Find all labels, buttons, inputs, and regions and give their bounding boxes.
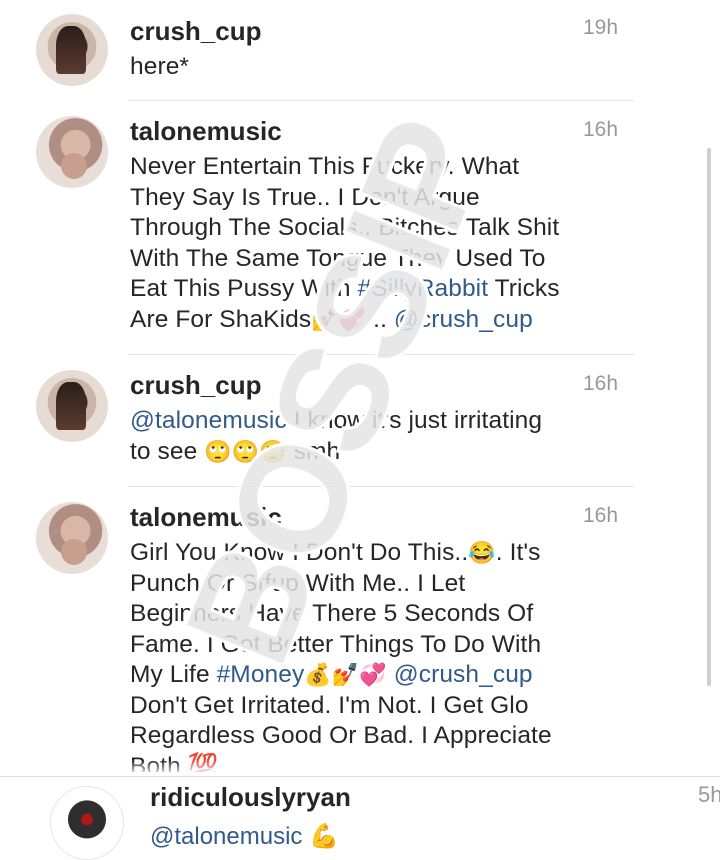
comment-timestamp: 16h	[583, 118, 619, 141]
text-line: Punch Or Stfup With Me.. I Let	[130, 569, 466, 597]
text-line: Don't Get Irritated. I'm Not. I Get Glo	[130, 691, 529, 719]
comment-text: @talonemusic I know it's just irritating…	[130, 406, 630, 467]
hashtag-link[interactable]: #SillyRabbit	[358, 275, 489, 302]
comment-username[interactable]: ridiculouslyryan	[150, 782, 351, 813]
divider	[0, 776, 720, 777]
mention-link[interactable]: @crush_cup	[394, 306, 533, 333]
comment-username[interactable]: talonemusic	[130, 502, 282, 533]
mention-link[interactable]: @crush_cup	[394, 661, 533, 688]
emoji: 💰💅💞	[304, 662, 387, 687]
comment-username[interactable]: talonemusic	[130, 116, 282, 147]
mention-link[interactable]: @talonemusic	[130, 407, 287, 434]
text-fragment	[387, 661, 394, 688]
text-fragment: Girl You Know I Don't Do This..	[130, 539, 469, 566]
text-line: Girl You Know I Don't Do This..😂. It's	[130, 538, 630, 569]
comment-timestamp: 19h	[583, 16, 619, 39]
comment-timestamp: 16h	[583, 504, 619, 527]
text-fragment: My Life	[130, 661, 217, 688]
emoji: 💅💞	[311, 306, 367, 332]
scroll-fade	[0, 760, 720, 776]
hashtag-link[interactable]: #Money	[217, 661, 305, 688]
text-line: Never Entertain This Fuckery. What	[130, 153, 520, 180]
comment-username[interactable]: crush_cup	[130, 16, 262, 47]
avatar[interactable]	[36, 14, 108, 86]
avatar[interactable]	[36, 370, 108, 442]
text-fragment: . It's	[495, 539, 541, 566]
text-line: to see 🙄🙄🙄 smh	[130, 437, 630, 468]
text-line: Beginners Have There 5 Seconds Of	[130, 600, 534, 627]
avatar[interactable]	[36, 116, 108, 188]
text-fragment: Tricks	[488, 275, 560, 302]
text-fragment: ..	[366, 305, 394, 333]
comment-username[interactable]: crush_cup	[130, 370, 262, 401]
avatar[interactable]	[36, 502, 108, 574]
comment-timestamp: 5h	[698, 782, 720, 807]
comment-text: here*	[130, 53, 190, 80]
emoji: 🙄🙄🙄	[204, 438, 287, 464]
text-line: Are For ShaKids💅💞 .. @crush_cup	[130, 305, 630, 336]
text-line: @talonemusic I know it's just irritating	[130, 406, 630, 437]
text-line: Regardless Good Or Bad. I Appreciate	[130, 722, 552, 749]
divider	[128, 354, 634, 355]
comment-timestamp: 16h	[583, 372, 619, 395]
comment-text: Girl You Know I Don't Do This..😂. It's P…	[130, 538, 630, 772]
text-fragment: Eat This Pussy With	[130, 275, 358, 302]
avatar[interactable]	[50, 786, 124, 860]
text-line: Through The Socials.. Bitches Talk Shit	[130, 214, 560, 241]
text-line: They Say Is True.. I Don't Argue	[130, 183, 480, 211]
text-line: Fame. I Got Better Things To Do With	[130, 630, 542, 658]
text-line: Eat This Pussy With #SillyRabbit Tricks	[130, 274, 630, 305]
scrollbar[interactable]	[707, 148, 711, 686]
text-fragment: to see	[130, 437, 205, 465]
text-fragment: Are For ShaKids	[130, 305, 312, 333]
divider	[128, 100, 634, 101]
text-fragment: I know it's just irritating	[286, 407, 543, 434]
text-fragment: smh	[286, 437, 341, 465]
text-line: My Life #Money💰💅💞 @crush_cup	[130, 660, 630, 691]
text-line: With The Same Tongue They Used To	[130, 244, 546, 272]
divider	[128, 486, 634, 487]
emoji: 😂	[468, 540, 496, 565]
comment-text: Never Entertain This Fuckery. What They …	[130, 152, 630, 335]
